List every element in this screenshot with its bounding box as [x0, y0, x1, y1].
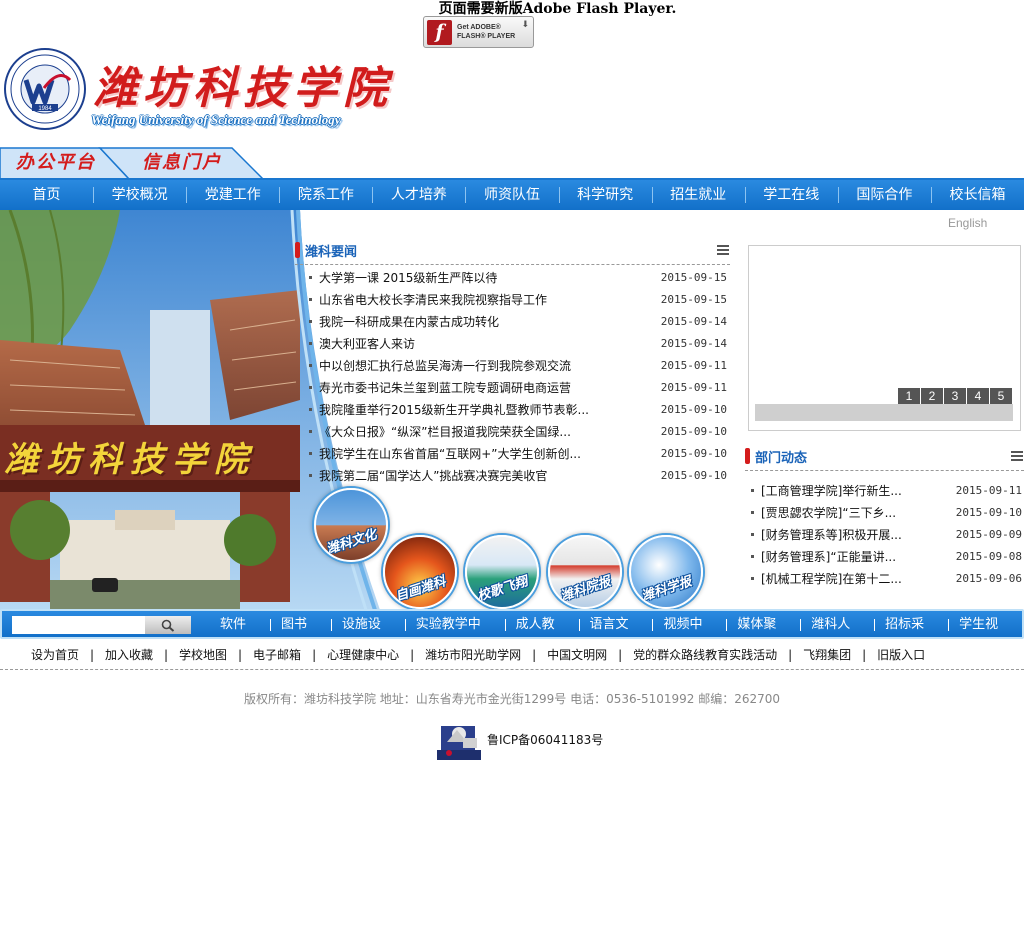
list-item[interactable]: 我院隆重举行2015级新生开学典礼暨教师节表彰... 2015-09-10 [309, 399, 727, 421]
list-item[interactable]: [财务管理系]“正能量讲... 2015-09-08 [751, 546, 1022, 568]
search-button[interactable] [145, 616, 191, 634]
slide-page-2[interactable]: 2 [921, 388, 943, 405]
section-marker-icon [295, 242, 300, 258]
quick-link-people[interactable]: 潍科人物 [800, 611, 874, 659]
footer-link-bookmark[interactable]: 加入收藏 [90, 644, 166, 666]
more-news-icon[interactable] [717, 245, 729, 255]
slide-page-5[interactable]: 5 [990, 388, 1012, 405]
portal-tabs: 办公平台 信息门户 [0, 146, 270, 180]
nav-departments[interactable]: 院系工作 [279, 180, 372, 210]
quick-links: 软件园 图书馆 设施设备 实验教学中心 成人教育 语言文字 视频中心 媒体聚焦 … [209, 611, 1022, 659]
flash-icon: f [427, 19, 452, 45]
more-dept-news-icon[interactable] [1011, 451, 1023, 461]
search-icon [161, 619, 175, 632]
main-nav: 首页 学校概况 党建工作 院系工作 人才培养 师资队伍 科学研究 招生就业 学工… [0, 180, 1024, 210]
nav-admissions[interactable]: 招生就业 [651, 180, 745, 210]
flash-badge-line1: Get ADOBE® [457, 24, 501, 31]
circle-culture[interactable]: 潍科文化 [314, 488, 388, 562]
quick-link-adult-education[interactable]: 成人教育 [504, 611, 579, 659]
search-input[interactable] [12, 616, 145, 634]
nav-home[interactable]: 首页 [0, 180, 93, 210]
university-name-cn: 潍坊科技学院 [93, 63, 393, 114]
quick-link-media[interactable]: 媒体聚焦 [726, 611, 800, 659]
tab-office-platform[interactable]: 办公平台 [16, 146, 96, 180]
quick-link-procurement[interactable]: 招标采购 [874, 611, 948, 659]
circle-self-portrait[interactable]: 自画潍科 [383, 535, 457, 609]
list-item[interactable]: 《大众日报》“纵深”栏目报道我院荣获全国绿... 2015-09-10 [309, 421, 727, 443]
tab-info-portal[interactable]: 信息门户 [142, 146, 222, 180]
section-marker-icon [745, 448, 750, 464]
footer-link-email[interactable]: 电子邮箱 [238, 644, 314, 666]
list-item[interactable]: [机械工程学院]在第十二... 2015-09-06 [751, 568, 1022, 590]
quick-link-student-view[interactable]: 学生视界 [948, 611, 1022, 659]
footer-link-feixiang-group[interactable]: 飞翔集团 [788, 644, 864, 666]
image-slideshow: 1 2 3 4 5 [748, 245, 1021, 431]
circle-journal-label: 潍科学报 [639, 574, 694, 605]
footer-divider [0, 669, 1024, 670]
list-item[interactable]: 我院学生在山东省首届“互联网+”大学生创新创... 2015-09-10 [309, 443, 727, 465]
download-arrow-icon: ⬇ [521, 20, 529, 30]
quick-links-bar: 软件园 图书馆 设施设备 实验教学中心 成人教育 语言文字 视频中心 媒体聚焦 … [0, 609, 1024, 659]
circle-school-song[interactable]: 校歌飞翔 [465, 535, 539, 609]
circle-journal[interactable]: 潍科学报 [629, 535, 703, 609]
nav-about[interactable]: 学校概况 [93, 180, 186, 210]
quick-link-language[interactable]: 语言文字 [578, 611, 653, 659]
footer-links: 设为首页 加入收藏 学校地图 电子邮箱 心理健康中心 潍坊市阳光助学网 中国文明… [18, 644, 938, 666]
nav-student-affairs[interactable]: 学工在线 [744, 180, 838, 210]
news-divider [295, 264, 730, 265]
footer-link-mass-line[interactable]: 党的群众路线教育实践活动 [618, 644, 790, 666]
nav-talent-training[interactable]: 人才培养 [372, 180, 465, 210]
emblem-year: 1984 [38, 106, 52, 112]
quick-link-lab-center[interactable]: 实验教学中心 [404, 611, 505, 659]
dept-news-section-header: 部门动态 [745, 446, 807, 466]
slide-page-3[interactable]: 3 [944, 388, 966, 405]
nav-research[interactable]: 科学研究 [558, 180, 652, 210]
news-section-title[interactable]: 潍科要闻 [305, 241, 357, 260]
campus-gate-sign: 潍坊科技学院 [4, 440, 256, 480]
slideshow-caption-bar [755, 404, 1013, 421]
list-item[interactable]: 我院一科研成果在内蒙古成功转化 2015-09-14 [309, 311, 727, 333]
quick-link-software-park[interactable]: 软件园 [209, 611, 270, 659]
university-emblem-icon: 1984 [4, 48, 86, 130]
footer-link-set-homepage[interactable]: 设为首页 [18, 644, 92, 666]
slide-page-4[interactable]: 4 [967, 388, 989, 405]
footer-link-campus-map[interactable]: 学校地图 [164, 644, 240, 666]
list-item[interactable]: 中以创想汇执行总监吴海涛一行到我院参观交流 2015-09-11 [309, 355, 727, 377]
circle-school-newspaper-label: 潍科院报 [558, 574, 613, 605]
footer-link-mental-health[interactable]: 心理健康中心 [312, 644, 412, 666]
circle-self-portrait-label: 自画潍科 [393, 574, 448, 605]
quick-link-video-center[interactable]: 视频中心 [652, 611, 726, 659]
slideshow-pagination: 1 2 3 4 5 [897, 388, 1012, 405]
get-flash-player-button[interactable]: f Get ADOBE® FLASH® PLAYER ⬇ [423, 16, 534, 48]
footer-link-old-version[interactable]: 旧版入口 [862, 644, 938, 666]
flash-badge-line2: FLASH® PLAYER [457, 33, 516, 40]
list-item[interactable]: [财务管理系等]积极开展... 2015-09-09 [751, 524, 1022, 546]
slide-page-1[interactable]: 1 [898, 388, 920, 405]
news-section-header: 潍科要闻 [295, 240, 357, 260]
dept-news-section-title[interactable]: 部门动态 [755, 447, 807, 466]
quick-link-facilities[interactable]: 设施设备 [330, 611, 405, 659]
list-item[interactable]: 大学第一课 2015级新生严阵以待 2015-09-15 [309, 267, 727, 289]
nav-faculty[interactable]: 师资队伍 [465, 180, 558, 210]
police-badge-icon[interactable] [437, 720, 481, 760]
nav-party-building[interactable]: 党建工作 [186, 180, 279, 210]
footer-link-civilization[interactable]: 中国文明网 [532, 644, 620, 666]
list-item[interactable]: [贾思勰农学院]“三下乡... 2015-09-10 [751, 502, 1022, 524]
university-name-en: Weifang University of Science and Techno… [91, 112, 341, 127]
english-version-link[interactable]: English [948, 216, 987, 230]
quick-link-library[interactable]: 图书馆 [269, 611, 331, 659]
dept-news-divider [745, 470, 1024, 471]
circle-school-song-label: 校歌飞翔 [475, 574, 530, 605]
nav-international[interactable]: 国际合作 [837, 180, 931, 210]
list-item[interactable]: 寿光市委书记朱兰玺到蓝工院专题调研电商运营 2015-09-11 [309, 377, 727, 399]
list-item[interactable]: 山东省电大校长李清民来我院视察指导工作 2015-09-15 [309, 289, 727, 311]
icp-record[interactable]: 鲁ICP备06041183号 [487, 731, 603, 749]
list-item[interactable]: 澳大利亚客人来访 2015-09-14 [309, 333, 727, 355]
nav-president-mailbox[interactable]: 校长信箱 [930, 180, 1024, 210]
circle-school-newspaper[interactable]: 潍科院报 [548, 535, 622, 609]
copyright-text: 版权所有：潍坊科技学院 地址：山东省寿光市金光街1299号 电话：0536-51… [243, 692, 781, 706]
list-item[interactable]: 我院第二届“国学达人”挑战赛决赛完美收官 2015-09-10 [309, 465, 727, 487]
list-item[interactable]: [工商管理学院]举行新生... 2015-09-11 [751, 480, 1022, 502]
footer-link-student-aid[interactable]: 潍坊市阳光助学网 [410, 644, 534, 666]
